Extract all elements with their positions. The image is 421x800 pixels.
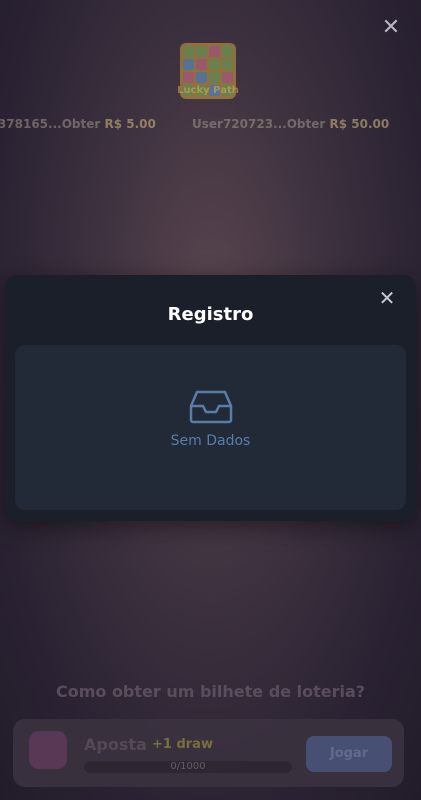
- ticker-user: User720723...: [192, 117, 287, 131]
- ticker-item: r378165...Obter R$ 5.00: [0, 117, 156, 131]
- bet-card: Aposta +1 draw 0/1000 Jogar: [13, 719, 404, 787]
- inbox-icon: [189, 390, 233, 424]
- ticker-label: Obter: [286, 117, 330, 131]
- registro-modal: Registro ✕ Sem Dados: [5, 275, 416, 521]
- modal-close-icon[interactable]: ✕: [376, 287, 398, 309]
- lottery-help-link[interactable]: Como obter um bilhete de loteria?: [0, 682, 421, 701]
- ticker-amount: R$ 50.00: [329, 117, 390, 131]
- play-button[interactable]: Jogar: [306, 736, 392, 772]
- bet-progress-text: 0/1000: [170, 761, 206, 772]
- bet-label: Aposta: [84, 735, 147, 754]
- winners-ticker: r378165...Obter R$ 5.00 User720723...Obt…: [0, 114, 421, 134]
- modal-title: Registro: [167, 304, 254, 325]
- bet-bonus: +1 draw: [152, 737, 213, 752]
- empty-state-panel: Sem Dados: [15, 345, 406, 510]
- top-close-icon[interactable]: ✕: [379, 16, 403, 40]
- ticker-item: User720723...Obter R$ 50.00: [192, 117, 389, 131]
- ticker-label: Obter: [61, 117, 105, 131]
- ticker-user: r378165...: [0, 117, 62, 131]
- gamepad-icon: [29, 731, 67, 769]
- logo-text: Lucky Path: [177, 85, 239, 96]
- empty-state-text: Sem Dados: [170, 433, 251, 449]
- ticker-amount: R$ 5.00: [104, 117, 156, 131]
